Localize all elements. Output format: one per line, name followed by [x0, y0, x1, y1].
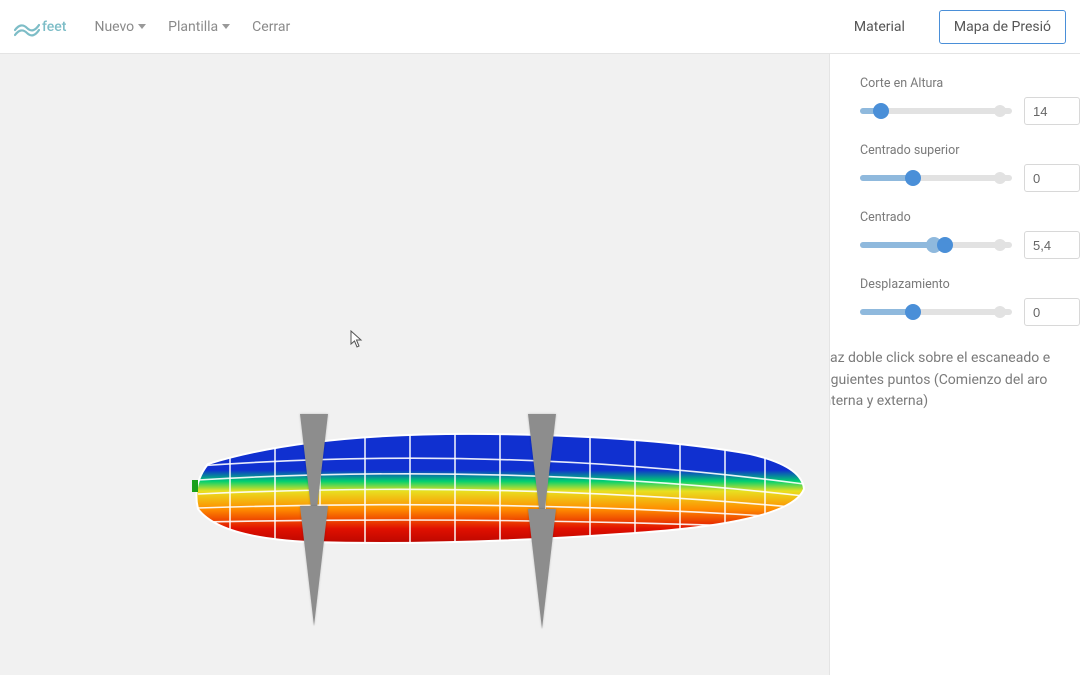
wave-logo-icon [14, 16, 40, 38]
centradosup-slider[interactable] [860, 169, 1012, 187]
main-area: Corte en Altura Centrado superior [0, 54, 1080, 675]
tab-material-label: Material [854, 19, 905, 35]
centrado-label: Centrado [860, 210, 1080, 225]
menu-plantilla[interactable]: Plantilla [168, 19, 230, 35]
corte-label: Corte en Altura [860, 76, 1080, 91]
top-toolbar: feet Nuevo Plantilla Cerrar Material Map… [0, 0, 1080, 54]
centradosup-value-input[interactable] [1024, 164, 1080, 192]
cursor-icon [350, 330, 364, 348]
app-logo: feet [14, 16, 66, 38]
tab-material[interactable]: Material [840, 11, 919, 43]
chevron-down-icon [138, 24, 146, 29]
control-corte-altura: Corte en Altura [830, 76, 1080, 125]
chevron-down-icon [222, 24, 230, 29]
menu-plantilla-label: Plantilla [168, 19, 218, 35]
tab-mapa-presion[interactable]: Mapa de Presió [939, 10, 1066, 44]
control-desplazamiento: Desplazamiento [830, 277, 1080, 326]
control-centrado: Centrado [830, 210, 1080, 259]
corte-slider[interactable] [860, 102, 1012, 120]
3d-viewport[interactable] [0, 54, 830, 675]
menu-cerrar[interactable]: Cerrar [252, 19, 290, 35]
marker-pin [300, 506, 328, 626]
tab-presion-label: Mapa de Presió [954, 19, 1051, 35]
corte-value-input[interactable] [1024, 97, 1080, 125]
instruction-text: Haz doble click sobre el escaneado e sig… [830, 344, 1080, 413]
menu-cerrar-label: Cerrar [252, 19, 290, 35]
desplaz-label: Desplazamiento [860, 277, 1080, 292]
centrado-value-input[interactable] [1024, 231, 1080, 259]
menu-nuevo[interactable]: Nuevo [94, 19, 146, 35]
main-menu: Nuevo Plantilla Cerrar [94, 19, 290, 35]
centradosup-label: Centrado superior [860, 143, 1080, 158]
properties-panel: Corte en Altura Centrado superior [830, 54, 1080, 675]
control-centrado-superior: Centrado superior [830, 143, 1080, 192]
desplaz-slider[interactable] [860, 303, 1012, 321]
desplaz-value-input[interactable] [1024, 298, 1080, 326]
scan-model [190, 414, 810, 614]
centrado-slider[interactable] [860, 236, 1012, 254]
app-logo-text: feet [42, 19, 66, 35]
right-tabs: Material Mapa de Presió [840, 10, 1066, 44]
menu-nuevo-label: Nuevo [94, 19, 134, 35]
marker-pin [528, 509, 556, 629]
